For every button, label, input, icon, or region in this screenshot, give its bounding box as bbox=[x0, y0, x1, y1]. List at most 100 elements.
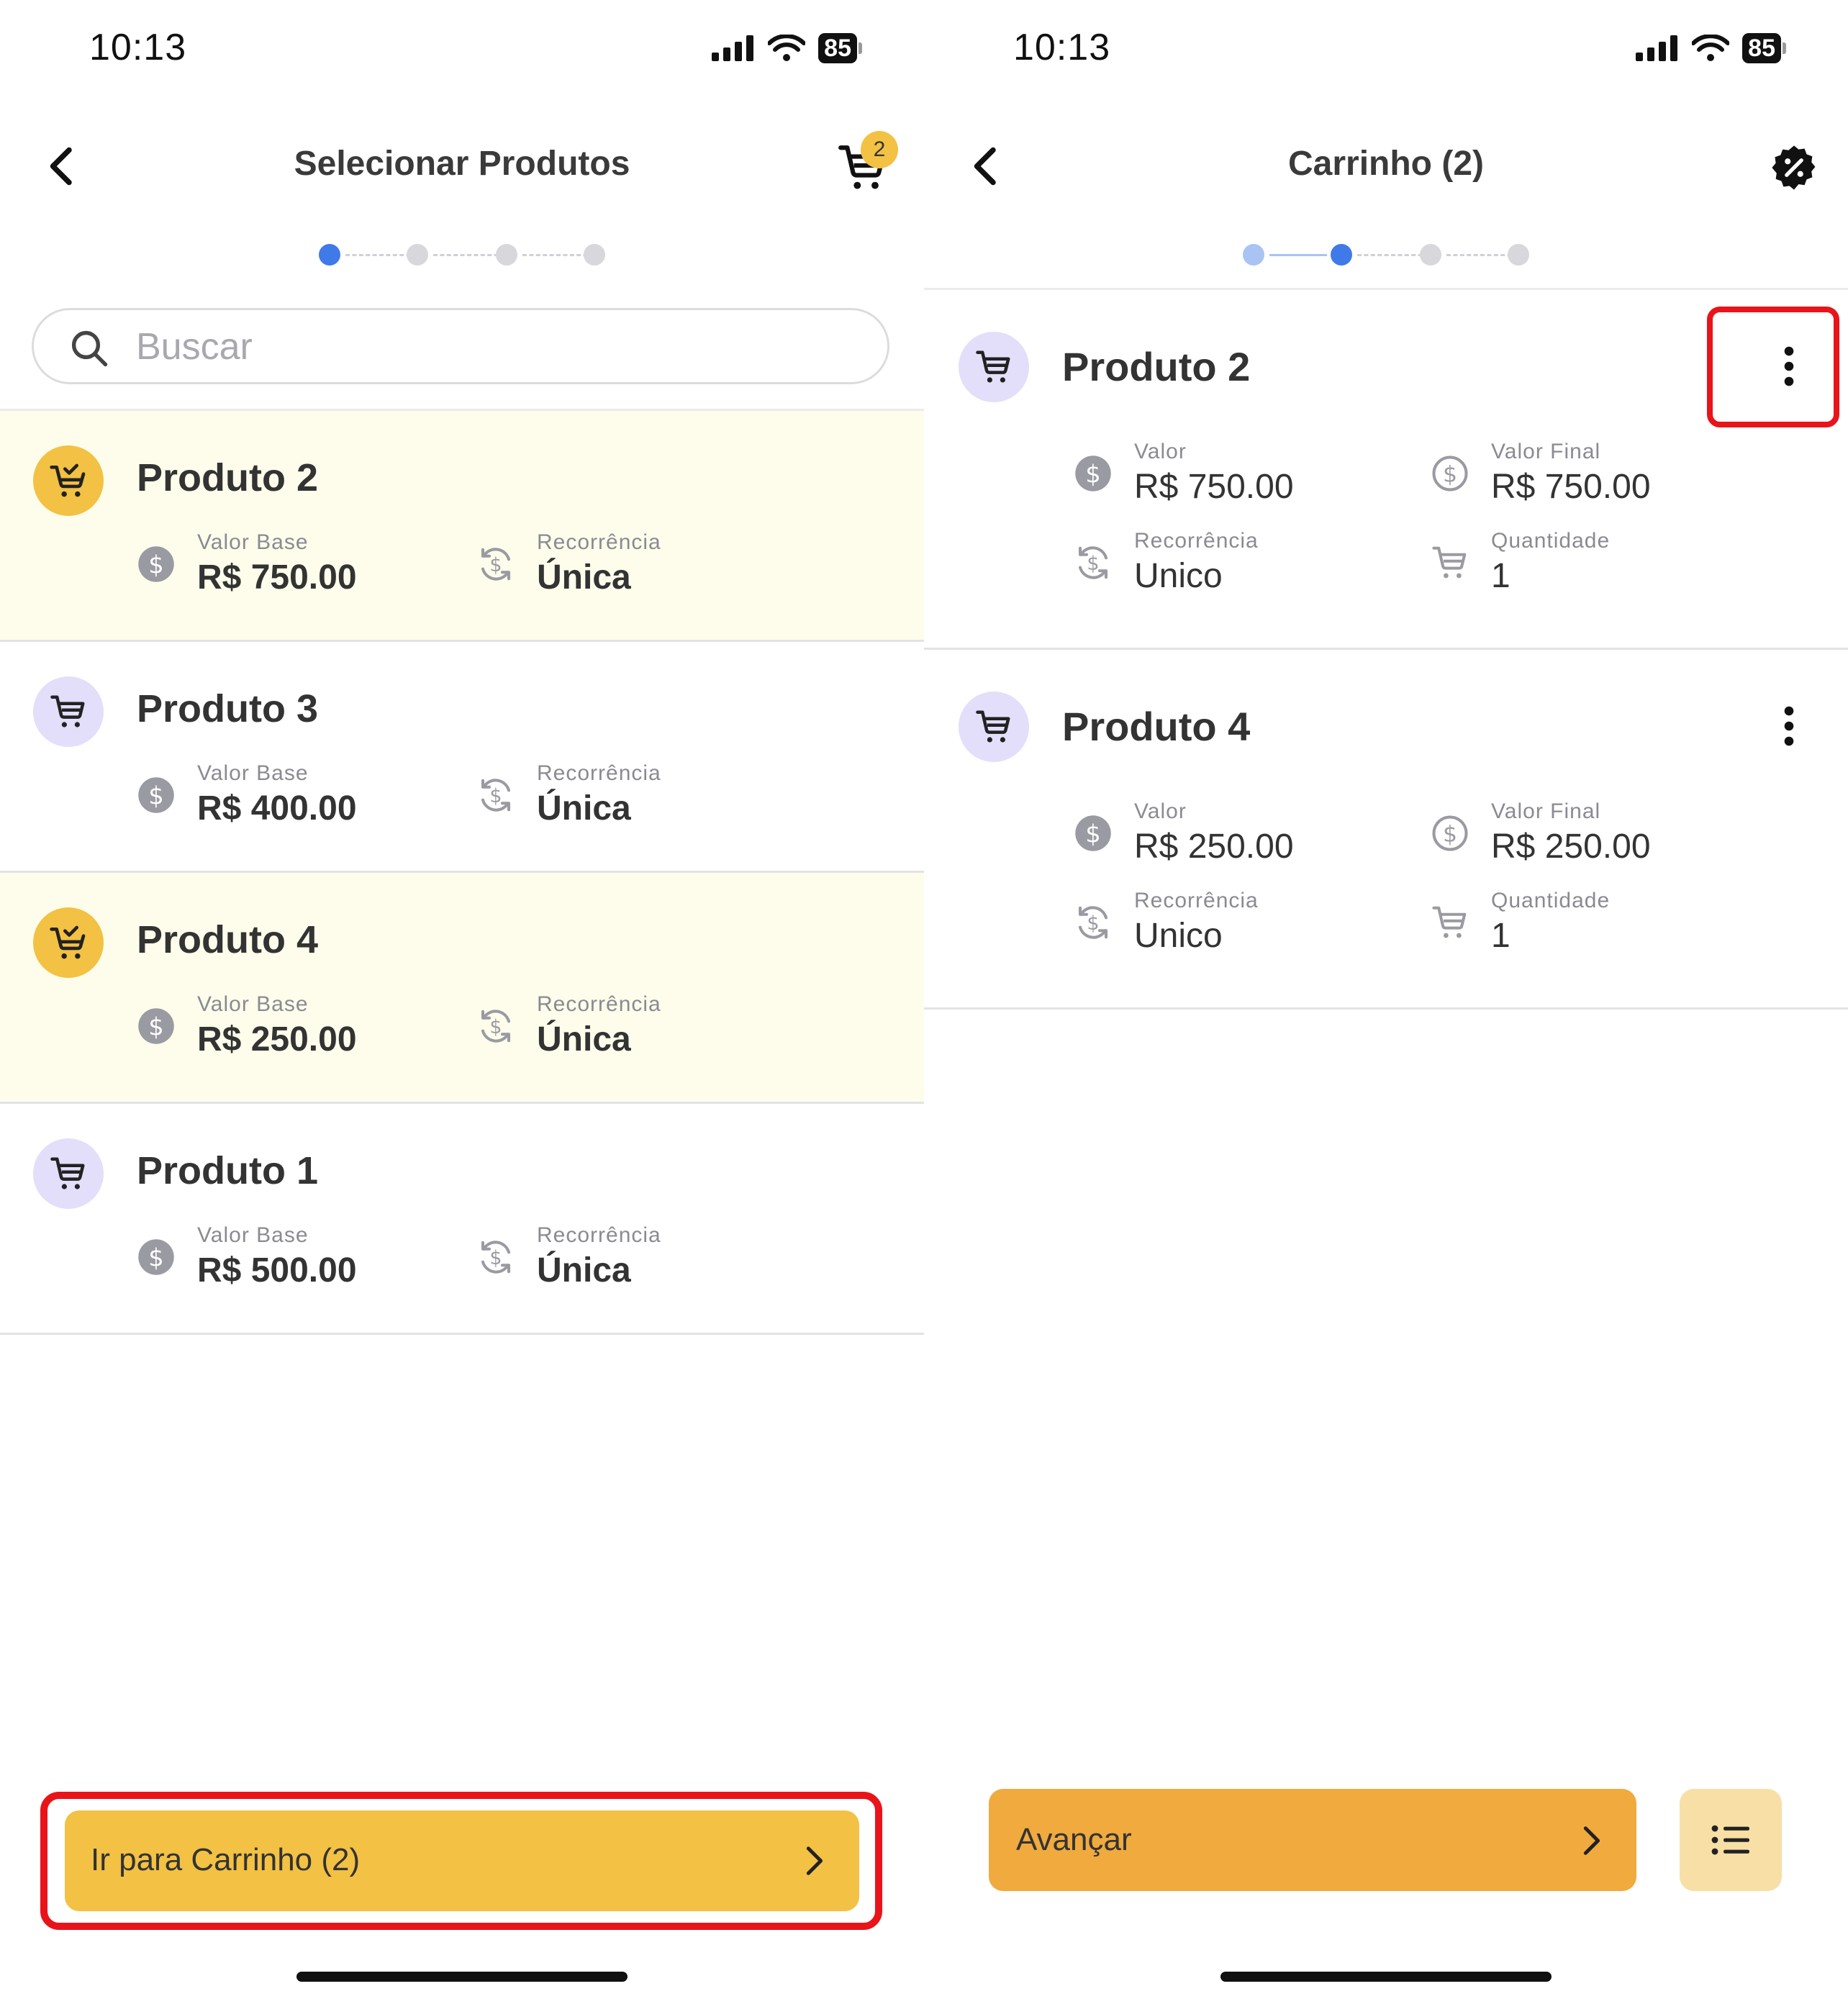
advance-button[interactable]: Avançar bbox=[989, 1789, 1636, 1891]
select-products-screen: 10:13 85 Selecionar Produtos 2 Buscar Pr… bbox=[0, 0, 924, 1999]
product-avatar bbox=[33, 1138, 104, 1209]
product-row[interactable]: Produto 2 Valor Base R$ 750.00 Recorrênc… bbox=[0, 411, 924, 642]
cart-icon bbox=[1431, 543, 1469, 582]
advance-label: Avançar bbox=[1016, 1822, 1132, 1857]
field-label: Valor bbox=[1134, 440, 1187, 463]
field-value: R$ 750.00 bbox=[1491, 468, 1651, 506]
step-2 bbox=[407, 244, 428, 266]
battery-indicator: 85 bbox=[1742, 33, 1786, 63]
search-bar[interactable] bbox=[32, 308, 889, 384]
cart-count-badge: 2 bbox=[861, 131, 898, 168]
go-to-cart-button[interactable]: Ir para Carrinho (2) bbox=[65, 1810, 859, 1911]
chevron-right-icon bbox=[1575, 1822, 1608, 1859]
field-label: Valor Final bbox=[1491, 799, 1601, 823]
step-4 bbox=[1508, 244, 1529, 266]
home-indicator bbox=[296, 1972, 628, 1982]
field-value: Unico bbox=[1134, 917, 1223, 955]
dollar-icon bbox=[137, 545, 176, 584]
battery-level: 85 bbox=[818, 33, 857, 63]
field-value: Unico bbox=[1134, 557, 1223, 595]
step-3 bbox=[496, 244, 517, 266]
signal-icon bbox=[712, 35, 754, 61]
recurrence-icon bbox=[476, 1238, 515, 1277]
cart-icon bbox=[974, 348, 1013, 386]
cart-check-icon bbox=[48, 923, 89, 963]
product-row[interactable]: Produto 3 Valor Base R$ 400.00 Recorrênc… bbox=[0, 642, 924, 873]
cart-item: Produto 4 Valor R$ 250.00 Valor Final R$… bbox=[924, 650, 1848, 1010]
product-list: Produto 2 Valor Base R$ 750.00 Recorrênc… bbox=[0, 409, 924, 1335]
status-time: 10:13 bbox=[1013, 27, 1111, 68]
recurrence-icon bbox=[1074, 543, 1113, 582]
cart-button[interactable]: 2 bbox=[836, 131, 898, 199]
chevron-right-icon bbox=[797, 1842, 830, 1880]
field-label: Valor Base bbox=[197, 530, 309, 554]
field-value: Única bbox=[537, 1251, 631, 1289]
field-value: Única bbox=[537, 558, 631, 597]
search-input[interactable] bbox=[135, 323, 857, 371]
field-label: Recorrência bbox=[1134, 889, 1259, 912]
field-value: R$ 500.00 bbox=[197, 1251, 357, 1289]
field-label: Valor Base bbox=[197, 992, 309, 1016]
field-label: Recorrência bbox=[537, 530, 661, 554]
product-avatar bbox=[959, 692, 1029, 762]
dollar-icon bbox=[1074, 814, 1113, 853]
product-avatar bbox=[33, 676, 104, 747]
cart-icon bbox=[974, 707, 1013, 746]
field-label: Recorrência bbox=[537, 1223, 661, 1247]
signal-icon bbox=[1636, 35, 1678, 61]
status-icons: 85 bbox=[712, 33, 862, 63]
dollar-icon bbox=[137, 1007, 176, 1046]
field-value: R$ 400.00 bbox=[197, 789, 357, 828]
product-avatar bbox=[33, 907, 104, 978]
wifi-icon bbox=[1692, 35, 1730, 61]
home-indicator bbox=[1220, 1972, 1552, 1982]
dollar-icon bbox=[137, 776, 176, 815]
wifi-icon bbox=[768, 35, 806, 61]
status-time: 10:13 bbox=[89, 27, 187, 68]
dollar-outline-icon bbox=[1431, 814, 1469, 853]
product-name: Produto 2 bbox=[1062, 344, 1251, 389]
product-name: Produto 4 bbox=[137, 918, 318, 961]
search-icon bbox=[71, 330, 108, 367]
product-name: Produto 3 bbox=[137, 687, 318, 730]
step-1 bbox=[1243, 244, 1264, 266]
cart-icon bbox=[1431, 903, 1469, 942]
cart-icon bbox=[49, 692, 88, 731]
more-vertical-icon bbox=[1784, 704, 1794, 748]
field-value: R$ 250.00 bbox=[1491, 828, 1651, 866]
field-label: Recorrência bbox=[537, 992, 661, 1016]
field-value: R$ 250.00 bbox=[197, 1020, 357, 1059]
cart-screen: 10:13 85 Carrinho (2) Produto 2 Valor R$… bbox=[924, 0, 1848, 1999]
field-value: Única bbox=[537, 1020, 631, 1059]
discount-icon bbox=[1772, 145, 1816, 190]
product-name: Produto 2 bbox=[137, 456, 318, 499]
field-value: 1 bbox=[1491, 917, 1510, 955]
step-2 bbox=[1331, 244, 1352, 266]
cart-check-icon bbox=[48, 461, 89, 501]
field-value: R$ 250.00 bbox=[1134, 828, 1294, 866]
field-label: Valor bbox=[1134, 799, 1187, 823]
product-avatar bbox=[959, 332, 1029, 402]
product-name: Produto 4 bbox=[1062, 704, 1251, 749]
page-title: Carrinho (2) bbox=[1287, 145, 1484, 183]
status-icons: 85 bbox=[1636, 33, 1786, 63]
field-label: Valor Base bbox=[197, 761, 309, 785]
field-value: 1 bbox=[1491, 557, 1510, 595]
product-avatar bbox=[33, 445, 104, 516]
field-value: Única bbox=[537, 789, 631, 828]
product-row[interactable]: Produto 1 Valor Base R$ 500.00 Recorrênc… bbox=[0, 1104, 924, 1335]
field-value: R$ 750.00 bbox=[197, 558, 357, 597]
discount-button[interactable] bbox=[1769, 142, 1819, 193]
recurrence-icon bbox=[476, 545, 515, 584]
list-view-button[interactable] bbox=[1680, 1789, 1782, 1891]
product-name: Produto 1 bbox=[137, 1149, 318, 1192]
highlight-box bbox=[1707, 307, 1839, 427]
item-options-button[interactable] bbox=[1775, 702, 1803, 752]
list-icon bbox=[1711, 1825, 1749, 1855]
product-row[interactable]: Produto 4 Valor Base R$ 250.00 Recorrênc… bbox=[0, 873, 924, 1104]
field-label: Quantidade bbox=[1491, 889, 1611, 912]
dollar-icon bbox=[1074, 454, 1113, 493]
battery-indicator: 85 bbox=[818, 33, 862, 63]
progress-stepper bbox=[0, 242, 924, 266]
go-to-cart-label: Ir para Carrinho (2) bbox=[91, 1842, 361, 1877]
